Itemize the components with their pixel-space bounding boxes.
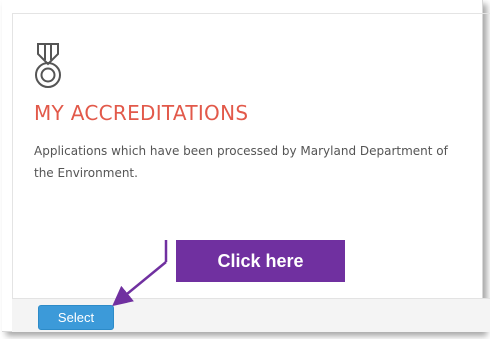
panel-title: MY ACCREDITATIONS (34, 101, 249, 125)
select-button[interactable]: Select (38, 305, 114, 330)
medal-icon (35, 43, 61, 88)
panel-description: Applications which have been processed b… (34, 144, 448, 180)
card-left-border (12, 13, 13, 313)
screenshot-stage: MY ACCREDITATIONS Applications which hav… (0, 0, 490, 339)
card-top-border (12, 13, 490, 14)
click-here-callout: Click here (176, 240, 345, 282)
